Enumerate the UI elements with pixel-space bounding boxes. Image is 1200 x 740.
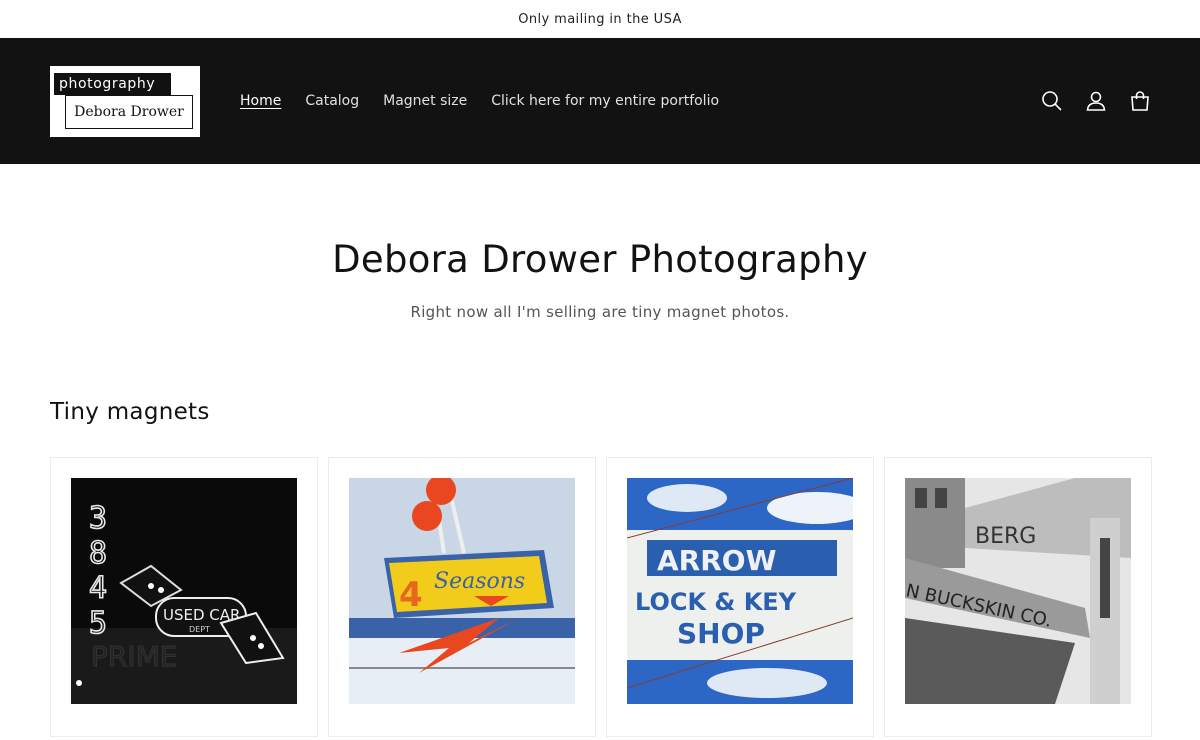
nav-home[interactable]: Home <box>240 93 281 109</box>
header-icons <box>1040 89 1152 113</box>
product-image[interactable]: 4 Seasons <box>349 478 575 704</box>
hero-subtitle: Right now all I'm selling are tiny magne… <box>410 303 790 321</box>
logo-top-text: photography <box>54 72 171 95</box>
svg-text:PRIME: PRIME <box>91 640 177 673</box>
main-nav: Home Catalog Magnet size Click here for … <box>240 93 719 109</box>
collection-title: Tiny magnets <box>50 399 210 425</box>
product-image[interactable]: 3 8 4 5 USED CAR DEPT PRIME <box>71 478 297 704</box>
nav-catalog[interactable]: Catalog <box>305 93 359 109</box>
svg-text:LOCK & KEY: LOCK & KEY <box>635 588 797 616</box>
product-card[interactable]: 4 Seasons <box>328 457 596 737</box>
svg-text:DEPT: DEPT <box>189 625 210 634</box>
nav-magnet-size[interactable]: Magnet size <box>383 93 467 109</box>
account-icon[interactable] <box>1084 89 1108 113</box>
svg-text:SHOP: SHOP <box>677 617 765 650</box>
svg-text:8: 8 <box>89 536 107 571</box>
svg-text:Seasons: Seasons <box>434 569 525 594</box>
svg-text:4: 4 <box>399 575 423 615</box>
hero-title: Debora Drower Photography <box>332 238 868 281</box>
product-card[interactable]: 3 8 4 5 USED CAR DEPT PRIME <box>50 457 318 737</box>
announcement-bar: Only mailing in the USA <box>0 0 1200 38</box>
site-logo[interactable]: photography Debora Drower <box>50 65 200 137</box>
svg-text:3: 3 <box>89 501 107 536</box>
cart-icon[interactable] <box>1128 89 1152 113</box>
product-card[interactable]: ARROW LOCK & KEY SHOP <box>606 457 874 737</box>
svg-text:5: 5 <box>89 606 107 641</box>
product-card[interactable]: BERG N BUCKSKIN CO. <box>884 457 1152 737</box>
nav-portfolio[interactable]: Click here for my entire portfolio <box>491 93 719 109</box>
search-icon[interactable] <box>1040 89 1064 113</box>
svg-text:ARROW: ARROW <box>657 544 777 577</box>
product-grid: 3 8 4 5 USED CAR DEPT PRIME 4 Seasons AR… <box>50 457 1152 737</box>
product-image[interactable]: BERG N BUCKSKIN CO. <box>905 478 1131 704</box>
svg-text:BERG: BERG <box>975 524 1036 549</box>
logo-name-text: Debora Drower <box>65 94 193 129</box>
svg-text:4: 4 <box>89 571 107 606</box>
announcement-text: Only mailing in the USA <box>518 11 682 27</box>
product-image[interactable]: ARROW LOCK & KEY SHOP <box>627 478 853 704</box>
hero-section: Debora Drower Photography Right now all … <box>0 164 1200 321</box>
site-header: photography Debora Drower Home Catalog M… <box>0 38 1200 164</box>
